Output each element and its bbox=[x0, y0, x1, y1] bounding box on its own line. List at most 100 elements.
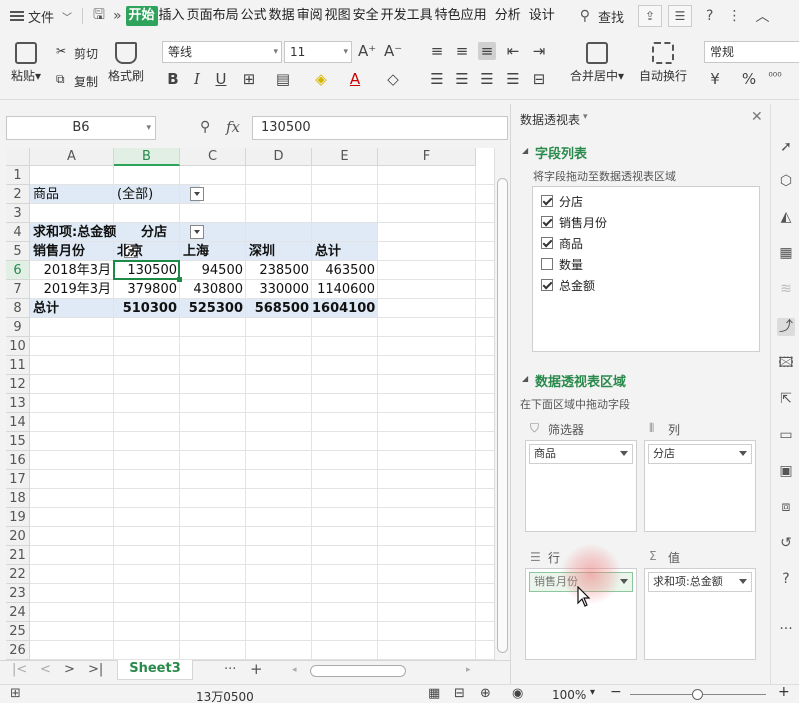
row-header[interactable]: 6 bbox=[6, 261, 30, 280]
pivot-total-cell[interactable]: 525300 bbox=[180, 299, 246, 318]
checkbox[interactable] bbox=[541, 195, 553, 207]
horizontal-scroll-thumb[interactable] bbox=[310, 665, 406, 677]
merge-center-button[interactable]: 合并居中▾ bbox=[566, 42, 628, 84]
zoom-formula-icon[interactable]: ⚲ bbox=[200, 119, 210, 135]
pivot-value-cell[interactable]: 379800 bbox=[114, 280, 180, 299]
close-icon[interactable]: ✕ bbox=[751, 109, 763, 125]
pivot-filter-label[interactable]: 商品 bbox=[30, 185, 114, 204]
tab-developer[interactable]: 开发工具 bbox=[380, 6, 434, 26]
row-header[interactable]: 19 bbox=[6, 508, 30, 527]
scroll-right-icon[interactable]: ▸ bbox=[466, 665, 471, 675]
select-pointer-icon[interactable]: ➚ bbox=[777, 138, 795, 156]
pivot-row-field[interactable]: 销售月份 bbox=[30, 242, 114, 261]
pivot-value-cell[interactable]: 1140600 bbox=[312, 280, 378, 299]
shapes-icon[interactable]: ⬡ bbox=[777, 172, 795, 190]
history-icon[interactable]: ↺ bbox=[777, 534, 795, 552]
row-header[interactable]: 1 bbox=[6, 166, 30, 185]
thousands-icon[interactable]: ⁰⁰⁰ bbox=[766, 70, 784, 83]
pivot-total-label[interactable]: 总计 bbox=[30, 299, 114, 318]
share-icon[interactable]: ⇪ bbox=[638, 5, 662, 27]
pivot-column-header[interactable]: 上海 bbox=[180, 242, 246, 261]
row-header[interactable]: 11 bbox=[6, 356, 30, 375]
last-sheet-icon[interactable]: >| bbox=[88, 662, 103, 677]
checkbox[interactable] bbox=[541, 216, 553, 228]
spreadsheet-grid[interactable]: A B C D E F 1 2 3 4 5 6 7 8 9 10 11 12 13 14 15 16 17 18 19 20 21 2… bbox=[6, 148, 510, 660]
vertical-scroll-thumb[interactable] bbox=[497, 178, 508, 653]
pivot-column-header[interactable]: 深圳 bbox=[246, 242, 312, 261]
pane-menu-chevron-icon[interactable]: ▾ bbox=[583, 112, 588, 122]
tab-review[interactable]: 审阅 bbox=[296, 6, 324, 26]
field-item-branch[interactable]: 分店 bbox=[541, 192, 583, 210]
prev-sheet-icon[interactable]: < bbox=[40, 662, 51, 677]
zoom-level[interactable]: 100% bbox=[552, 688, 586, 702]
row-header[interactable]: 13 bbox=[6, 394, 30, 413]
more-chevron-icon[interactable]: » bbox=[113, 8, 122, 24]
cell-style-icon[interactable]: ▤ bbox=[274, 70, 292, 88]
zoom-chevron-icon[interactable]: ▾ bbox=[590, 687, 595, 698]
first-sheet-icon[interactable]: |< bbox=[12, 662, 27, 677]
checkbox[interactable] bbox=[541, 258, 553, 270]
formula-input[interactable]: 130500 bbox=[252, 116, 508, 140]
justify-icon[interactable]: ☰ bbox=[504, 70, 522, 88]
more-sheets-button[interactable]: ··· bbox=[224, 662, 236, 677]
column-header-a[interactable]: A bbox=[30, 148, 114, 166]
row-header[interactable]: 21 bbox=[6, 546, 30, 565]
link-icon[interactable]: ⇱ bbox=[777, 390, 795, 408]
row-header[interactable]: 17 bbox=[6, 470, 30, 489]
row-header[interactable]: 12 bbox=[6, 375, 30, 394]
tab-view[interactable]: 视图 bbox=[324, 6, 352, 26]
tab-home[interactable]: 开始 bbox=[125, 6, 158, 26]
tab-insert[interactable]: 插入 bbox=[158, 6, 186, 26]
currency-icon[interactable]: ¥ bbox=[706, 70, 724, 88]
row-header[interactable]: 25 bbox=[6, 622, 30, 641]
zoom-out-icon[interactable]: − bbox=[610, 684, 622, 700]
value-area-box[interactable]: 求和项:总金额 bbox=[644, 568, 756, 660]
sheet-tab-sheet3[interactable]: Sheet3 bbox=[117, 660, 193, 680]
row-header[interactable]: 20 bbox=[6, 527, 30, 546]
row-header[interactable]: 4 bbox=[6, 223, 30, 242]
font-name-select[interactable]: 等线 ▾ bbox=[162, 41, 282, 63]
pivot-value-cell[interactable]: 238500 bbox=[246, 261, 312, 280]
tab-data[interactable]: 数据 bbox=[268, 6, 296, 26]
row-header[interactable]: 3 bbox=[6, 204, 30, 223]
tab-formulas[interactable]: 公式 bbox=[240, 6, 268, 26]
picture-icon[interactable]: 🖾 bbox=[777, 354, 795, 372]
file-menu[interactable]: 文件 bbox=[28, 7, 54, 26]
pivot-row-label[interactable]: 2018年3月 bbox=[30, 261, 114, 280]
column-header-f[interactable]: F bbox=[378, 148, 476, 166]
chevron-down-icon[interactable]: ﹀ bbox=[62, 9, 72, 24]
tab-page-layout[interactable]: 页面布局 bbox=[186, 6, 240, 26]
collapse-ribbon-icon[interactable]: ︿ bbox=[755, 6, 769, 26]
row-header[interactable]: 18 bbox=[6, 489, 30, 508]
macro-icon[interactable]: ⊞ bbox=[10, 686, 21, 701]
pivot-value-cell[interactable]: 463500 bbox=[312, 261, 378, 280]
pivot-pane-title[interactable]: 数据透视表 bbox=[520, 111, 580, 128]
fill-handle[interactable] bbox=[177, 277, 182, 282]
pivot-row-label[interactable]: 2019年3月 bbox=[30, 280, 114, 299]
format-painter-button[interactable]: 格式刷 bbox=[106, 42, 146, 84]
decrease-indent-icon[interactable]: ⇤ bbox=[504, 42, 522, 60]
select-all-corner[interactable] bbox=[6, 148, 30, 166]
field-item-product[interactable]: 商品 bbox=[541, 234, 583, 252]
align-left-icon[interactable]: ☰ bbox=[428, 70, 446, 88]
checkbox[interactable] bbox=[541, 237, 553, 249]
collapse-triangle-icon[interactable]: ◢ bbox=[522, 146, 528, 155]
percent-icon[interactable]: % bbox=[740, 70, 758, 88]
zoom-slider-handle[interactable] bbox=[692, 689, 703, 700]
column-area-box[interactable]: 分店 bbox=[644, 440, 756, 532]
pivot-column-field[interactable]: 分店 bbox=[138, 223, 188, 242]
checkbox[interactable] bbox=[541, 279, 553, 291]
eye-protect-icon[interactable]: ◉ bbox=[512, 686, 523, 701]
column-header-d[interactable]: D bbox=[246, 148, 312, 166]
filter-area-field[interactable]: 商品 bbox=[529, 444, 633, 464]
cut-icon[interactable]: ✂ bbox=[56, 44, 66, 58]
column-header-e[interactable]: E bbox=[312, 148, 378, 166]
pivot-total-cell[interactable]: 568500 bbox=[246, 299, 312, 318]
copy-button[interactable]: 复制 bbox=[74, 73, 98, 90]
filter-area-box[interactable]: 商品 bbox=[525, 440, 637, 532]
row-header[interactable]: 9 bbox=[6, 318, 30, 337]
align-top-icon[interactable]: ≡ bbox=[428, 42, 446, 60]
row-header[interactable]: 23 bbox=[6, 584, 30, 603]
vertical-scrollbar[interactable] bbox=[494, 148, 510, 660]
sliders-icon[interactable]: ≋ bbox=[777, 280, 795, 298]
